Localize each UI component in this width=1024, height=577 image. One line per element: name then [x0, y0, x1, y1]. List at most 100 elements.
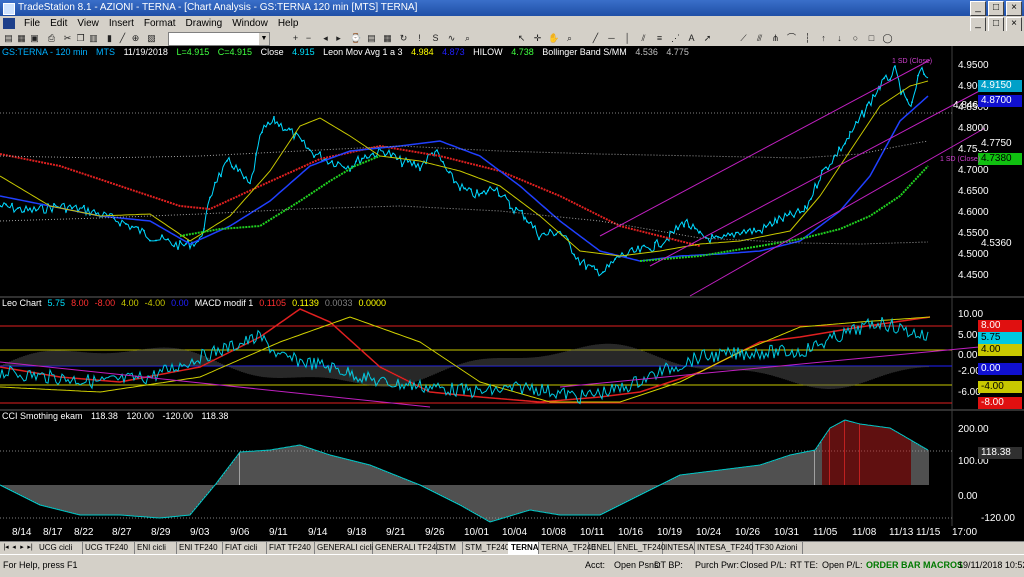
workspace-tab[interactable]: ENEL	[588, 542, 615, 554]
format-icon[interactable]: ▧	[146, 33, 157, 44]
menu-window[interactable]: Window	[227, 18, 273, 29]
strategy-icon[interactable]: S	[430, 33, 441, 44]
up-arrow-icon[interactable]: ↑	[818, 33, 829, 44]
symbol-dropdown[interactable]: ▼	[168, 32, 270, 46]
workspace-tab[interactable]: UCG cicli	[36, 542, 83, 554]
minimize-button[interactable]: _	[970, 1, 986, 16]
menu-format[interactable]: Format	[139, 18, 181, 29]
workspace-tab[interactable]: TERNA	[508, 542, 539, 554]
gann-icon[interactable]: ⋰	[670, 33, 681, 44]
close-button[interactable]: ×	[1006, 1, 1022, 16]
menu-help[interactable]: Help	[273, 18, 304, 29]
time-axis-label: 9/11	[269, 527, 288, 538]
ellipse-icon[interactable]: ◯	[882, 33, 893, 44]
workspace-tab[interactable]: INTESA	[662, 542, 695, 554]
chevron-down-icon[interactable]: ▼	[259, 33, 269, 45]
workspace-tab[interactable]: STM_TF240	[462, 542, 509, 554]
time-axis-label: 8/29	[151, 527, 171, 538]
zoom-out-icon[interactable]: −	[303, 33, 314, 44]
speed-line-icon[interactable]: ⟋	[738, 33, 749, 44]
status-purch-pwr: Purch Pwr:	[695, 560, 740, 570]
new-icon[interactable]: ▤	[3, 33, 14, 44]
andrews-icon[interactable]: ⋔	[770, 33, 781, 44]
leo-pane[interactable]: Leo Chart 5.75 8.00 -8.00 4.00 -4.00 0.00 MACD …	[0, 297, 1024, 410]
paste-icon[interactable]: ▥	[88, 33, 99, 44]
crosshair-icon[interactable]: ✛	[532, 33, 543, 44]
channel-icon[interactable]: ⫽	[638, 33, 649, 44]
down-arrow-icon[interactable]: ↓	[834, 33, 845, 44]
bollinger-value-2: 4.775	[666, 47, 689, 57]
workspace-tab[interactable]: INTESA_TF240	[694, 542, 753, 554]
tab-prev-icon[interactable]: ◂	[10, 542, 18, 554]
price-tag-mavg: 4.8700	[978, 95, 1022, 107]
rectangle-icon[interactable]: □	[866, 33, 877, 44]
grid-icon[interactable]: ▦	[382, 33, 393, 44]
indicator-icon[interactable]: ∿	[446, 33, 457, 44]
open-icon[interactable]: ▦	[16, 33, 27, 44]
text-icon[interactable]: A	[686, 33, 697, 44]
workspace-tab[interactable]: GENERALI TF240	[372, 542, 441, 554]
status-open-pl: Open P/L:	[822, 560, 863, 570]
fib-icon[interactable]: ≡	[654, 33, 665, 44]
mdi-minimize-button[interactable]: _	[970, 17, 986, 32]
price-pane[interactable]: GS:TERNA - 120 min MTS 11/19/2018 L=4.91…	[0, 46, 1024, 297]
trendline-icon[interactable]: ╱	[590, 33, 601, 44]
hline-icon[interactable]: ─	[606, 33, 617, 44]
workspace-tab[interactable]: FIAT cicli	[222, 542, 267, 554]
copy-icon[interactable]: ❐	[75, 33, 86, 44]
hand-icon[interactable]: ✋	[548, 33, 559, 44]
scroll-left-icon[interactable]: ◂	[320, 33, 331, 44]
workspace-tab[interactable]: TERNA_TF240	[538, 542, 596, 554]
interval-icon[interactable]: ⌚	[350, 33, 361, 44]
cursor-icon[interactable]: ↖	[516, 33, 527, 44]
cci-pane[interactable]: CCI Smothing ekam 118.38 120.00 -120.00 …	[0, 410, 1024, 528]
mdi-close-button[interactable]: ×	[1006, 17, 1022, 32]
scroll-right-icon[interactable]: ▸	[333, 33, 344, 44]
zoom-tool-icon[interactable]: ⌕	[564, 33, 575, 44]
tab-last-icon[interactable]: ▸|	[26, 542, 34, 554]
save-icon[interactable]: ▣	[29, 33, 40, 44]
tab-next-icon[interactable]: ▸	[18, 542, 26, 554]
menu-edit[interactable]: Edit	[45, 18, 72, 29]
last-label: L=4.915	[176, 47, 210, 57]
bar-chart-icon[interactable]: ▮	[104, 33, 115, 44]
leo-header-item: 8.00	[71, 298, 89, 308]
chart-area[interactable]: GS:TERNA - 120 min MTS 11/19/2018 L=4.91…	[0, 46, 1024, 528]
workspace-tab[interactable]: FIAT TF240	[266, 542, 315, 554]
cut-icon[interactable]: ✂	[62, 33, 73, 44]
leo-header-item: MACD modif 1	[194, 298, 254, 308]
arrow-icon[interactable]: ➚	[702, 33, 713, 44]
menu-view[interactable]: View	[72, 18, 104, 29]
regression-icon[interactable]: ⫻	[754, 33, 765, 44]
workspace-tab[interactable]: TF30 Azioni	[752, 542, 803, 554]
status-closed-pl: Closed P/L:	[740, 560, 787, 570]
cci-axis-tick: 0.00	[958, 491, 978, 502]
data-window-icon[interactable]: ▤	[366, 33, 377, 44]
workspace-tab[interactable]: STM	[436, 542, 463, 554]
alert-icon[interactable]: !	[414, 33, 425, 44]
cci-value-2: 120.00	[126, 411, 154, 421]
workspace-tab[interactable]: UCG TF240	[82, 542, 135, 554]
menu-drawing[interactable]: Drawing	[181, 18, 228, 29]
workspace-tab[interactable]: GENERALI cicli	[314, 542, 373, 554]
status-order-bar-macros[interactable]: ORDER BAR MACROS	[866, 560, 963, 570]
tab-first-icon[interactable]: |◂	[2, 542, 10, 554]
menu-insert[interactable]: Insert	[104, 18, 139, 29]
refresh-icon[interactable]: ↻	[398, 33, 409, 44]
print-icon[interactable]: ⎙	[46, 33, 57, 44]
magnifier-icon[interactable]: ⌕	[462, 33, 473, 44]
time-zone-icon[interactable]: ┆	[802, 33, 813, 44]
insert-analysis-icon[interactable]: ⊕	[130, 33, 141, 44]
mdi-restore-button[interactable]: □	[988, 17, 1004, 32]
vline-icon[interactable]: │	[622, 33, 633, 44]
restore-button[interactable]: □	[988, 1, 1004, 16]
workspace-tab[interactable]: ENI cicli	[134, 542, 177, 554]
line-chart-icon[interactable]: ╱	[117, 33, 128, 44]
workspace-tab[interactable]: ENI TF240	[176, 542, 223, 554]
workspace-tab[interactable]: ENEL_TF240	[614, 542, 665, 554]
leon-mov-avg-value-1: 4.984	[411, 47, 434, 57]
cycle-icon[interactable]: ⌒	[786, 33, 797, 44]
menu-file[interactable]: File	[19, 18, 45, 29]
circle-icon[interactable]: ○	[850, 33, 861, 44]
zoom-in-icon[interactable]: +	[290, 33, 301, 44]
